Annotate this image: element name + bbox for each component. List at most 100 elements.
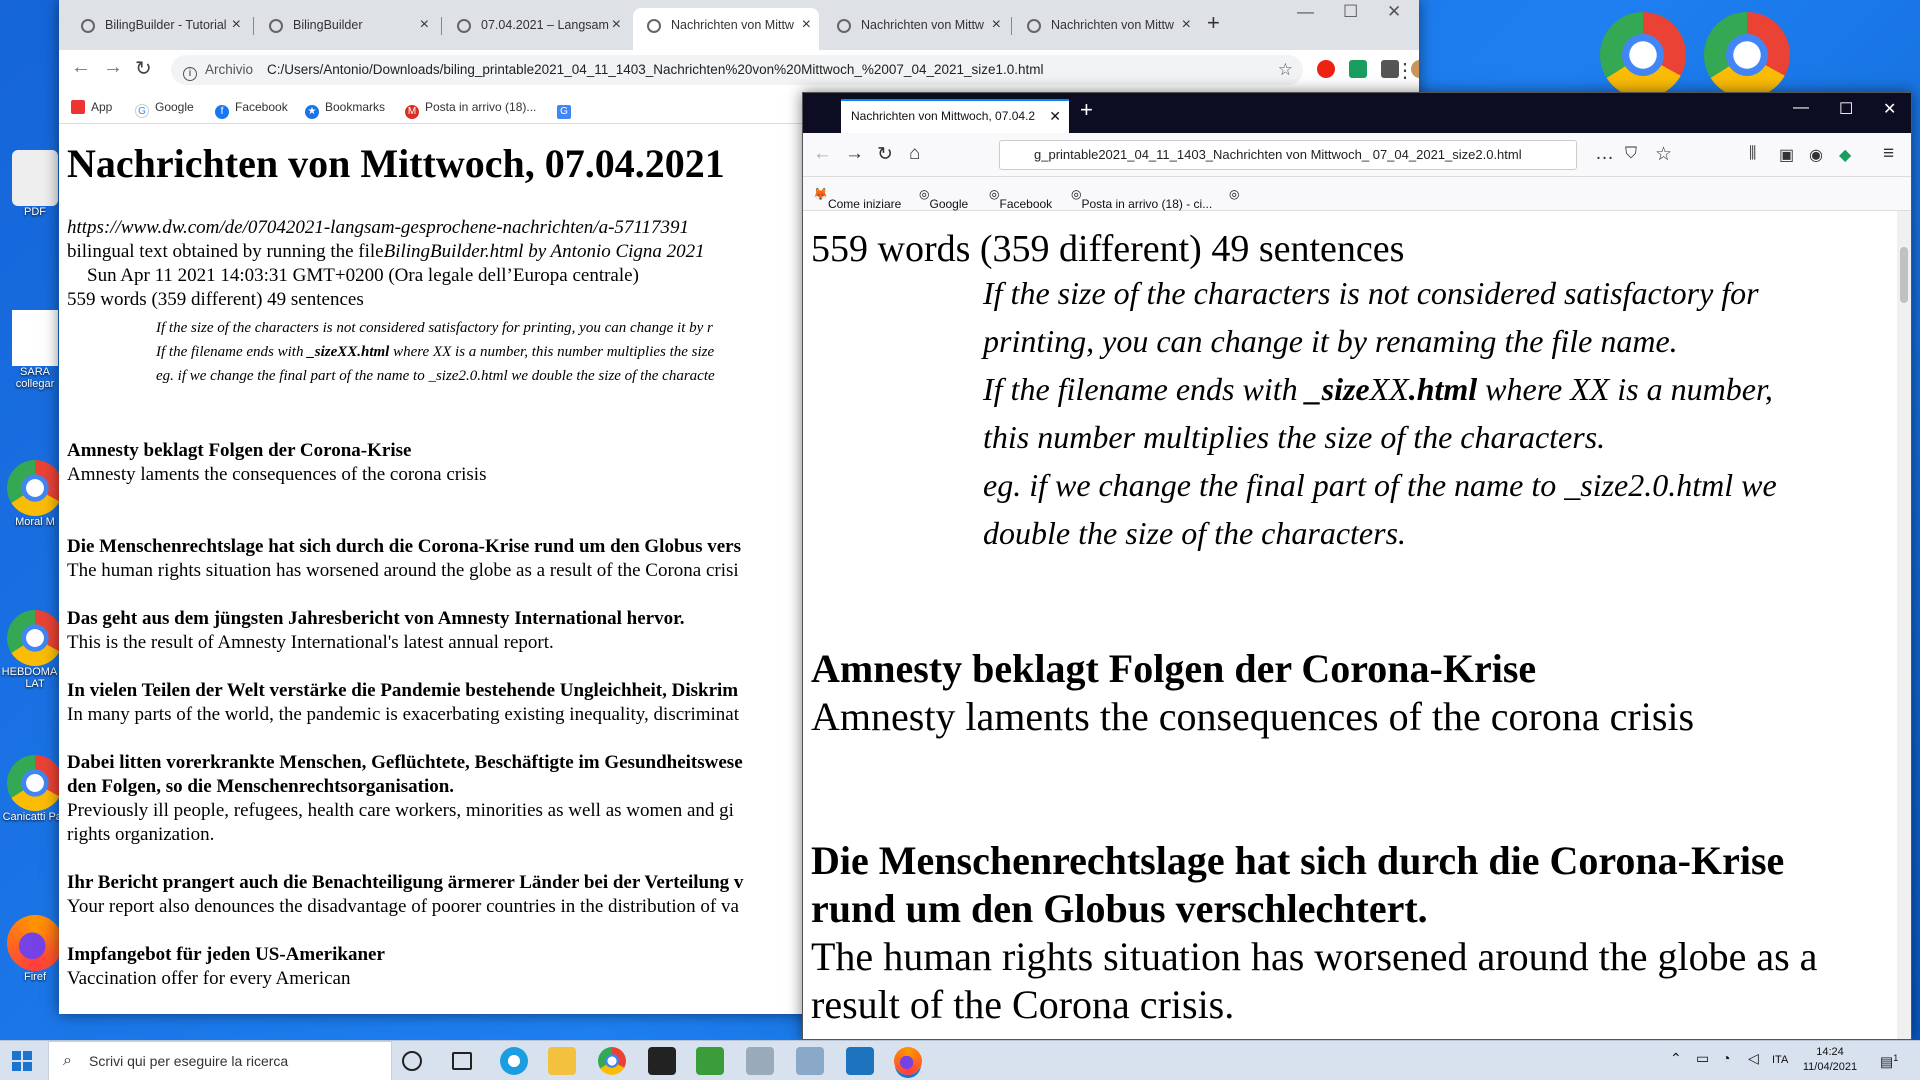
app-icon[interactable] xyxy=(746,1047,774,1075)
new-tab-button[interactable]: + xyxy=(1207,10,1220,36)
close-tab-icon[interactable]: × xyxy=(802,8,811,42)
firefox-page-content: 559 words (359 different) 49 sentences I… xyxy=(803,211,1899,1039)
sidebar-icon[interactable]: ▣ xyxy=(1779,145,1794,165)
bookmark-star-icon[interactable]: ☆ xyxy=(1278,55,1293,85)
bookmark-translate[interactable]: G xyxy=(557,100,577,119)
clock[interactable]: 14:24 11/04/2021 xyxy=(1802,1045,1858,1075)
back-icon[interactable]: ← xyxy=(813,143,832,165)
scrollbar-thumb[interactable] xyxy=(1900,247,1908,303)
home-icon[interactable]: ⌂ xyxy=(909,143,920,165)
sentence-en: In many parts of the world, the pandemic… xyxy=(67,704,740,725)
close-window-button[interactable]: ✕ xyxy=(1883,99,1896,119)
bookmark-gmail[interactable]: M Posta in arrivo (18)... xyxy=(405,100,536,119)
reload-icon[interactable]: ↻ xyxy=(877,143,893,166)
sentence-en: Amnesty laments the consequences of the … xyxy=(67,464,487,485)
reload-icon[interactable]: ↻ xyxy=(135,56,152,81)
close-tab-icon[interactable]: ✕ xyxy=(1049,101,1061,131)
bookmark-apps[interactable]: App xyxy=(71,100,112,114)
translate-icon: G xyxy=(557,105,571,119)
firefox-icon xyxy=(7,915,63,971)
bookmark-mail[interactable]: ◎ Posta in arrivo (18) - ci... xyxy=(1071,187,1212,211)
chrome-tab-5[interactable]: Nachrichten von Mittw × xyxy=(823,8,1009,50)
address-bar[interactable]: g_printable2021_04_11_1403_Nachrichten v… xyxy=(999,140,1577,170)
bookmark-google[interactable]: ◎ Google xyxy=(919,187,968,211)
firefox-icon[interactable] xyxy=(894,1047,922,1075)
wifi-icon[interactable]: ◔ xyxy=(1722,1051,1730,1066)
chrome-icon[interactable] xyxy=(598,1047,626,1075)
edge-icon[interactable] xyxy=(500,1047,528,1075)
sentence-en: This is the result of Amnesty Internatio… xyxy=(67,632,554,653)
bookmark-google[interactable]: G Google xyxy=(135,100,194,118)
sentence-en: Amnesty laments the consequences of the … xyxy=(811,694,1695,739)
desktop-icon-chrome-2[interactable] xyxy=(1702,12,1792,98)
library-icon[interactable]: ⫼ xyxy=(1749,145,1756,163)
bookmark-facebook[interactable]: f Facebook xyxy=(215,100,288,119)
account-icon[interactable]: ◉ xyxy=(1809,145,1823,165)
sentence-de: Das geht aus dem jüngsten Jahresbericht … xyxy=(67,608,685,629)
shield-extension-icon[interactable]: ◆ xyxy=(1839,145,1851,165)
language-indicator[interactable]: ITA xyxy=(1772,1053,1788,1068)
forward-icon[interactable]: → xyxy=(103,56,123,79)
pdf-icon xyxy=(12,150,58,206)
page-actions-icon[interactable]: … xyxy=(1595,143,1614,165)
chrome-tab-4[interactable]: Nachrichten von Mittw × xyxy=(633,8,819,50)
app-icon[interactable] xyxy=(796,1047,824,1075)
chrome-tab-3[interactable]: 07.04.2021 – Langsam × xyxy=(443,8,629,50)
chrome-tab-6[interactable]: Nachrichten von Mittw × xyxy=(1013,8,1199,50)
back-icon[interactable]: ← xyxy=(71,56,91,79)
cortana-icon[interactable] xyxy=(402,1051,422,1071)
chrome-icon xyxy=(7,755,63,811)
menu-icon[interactable]: ≡ xyxy=(1883,143,1894,165)
windows-start-icon[interactable] xyxy=(12,1051,32,1071)
close-tab-icon[interactable]: × xyxy=(992,8,1001,42)
address-bar[interactable]: i Archivio C:/Users/Antonio/Downloads/bili… xyxy=(171,55,1303,85)
bookmark-bookmarks[interactable]: ★ Bookmarks xyxy=(305,100,385,119)
shield-extension-icon[interactable] xyxy=(1349,60,1367,78)
volume-icon[interactable]: ◁ xyxy=(1748,1051,1759,1066)
spreadsheet-icon[interactable] xyxy=(696,1047,724,1075)
vertical-scrollbar[interactable] xyxy=(1897,211,1911,1039)
close-tab-icon[interactable]: × xyxy=(420,8,429,42)
tab-divider xyxy=(1011,17,1012,35)
sentence-en: Your report also denounces the disadvant… xyxy=(67,896,739,917)
minimize-button[interactable]: — xyxy=(1793,99,1809,117)
desktop-icon-chrome-1[interactable] xyxy=(1598,12,1688,98)
tab-favicon xyxy=(457,19,471,33)
firefox-tab-active[interactable]: Nachrichten von Mittwoch, 07.04.2 ✕ xyxy=(841,99,1069,133)
chrome-tab-2[interactable]: BilingBuilder × xyxy=(255,8,437,50)
note-line-3: eg. if we change the final part of the n… xyxy=(156,368,715,384)
menu-dots-icon[interactable]: ⋮ xyxy=(1395,58,1415,83)
bookmark-star-icon[interactable]: ☆ xyxy=(1655,143,1672,166)
file-explorer-icon[interactable] xyxy=(548,1047,576,1075)
pocket-icon[interactable]: ⛉ xyxy=(1625,145,1637,163)
minimize-button[interactable]: — xyxy=(1297,2,1314,22)
taskbar-search-input[interactable]: ⌕ Scrivi qui per eseguire la ricerca xyxy=(48,1041,392,1080)
tray-chevron-icon[interactable]: ⌃ xyxy=(1670,1051,1682,1066)
tab-favicon xyxy=(269,19,283,33)
chrome-tab-1[interactable]: BilingBuilder - Tutorial × xyxy=(67,8,249,50)
close-tab-icon[interactable]: × xyxy=(232,8,241,42)
terminal-icon[interactable] xyxy=(648,1047,676,1075)
bookmark-getting-started[interactable]: 🦊 Come iniziare xyxy=(813,187,901,211)
task-view-icon[interactable] xyxy=(452,1052,472,1070)
sentence-en: result of the Corona crisis. xyxy=(811,982,1235,1027)
gmail-icon: M xyxy=(405,105,419,119)
globe-icon[interactable]: ◎ xyxy=(1229,187,1239,201)
chrome-tab-strip: BilingBuilder - Tutorial × BilingBuilder ×… xyxy=(59,0,1419,50)
adblock-extension-icon[interactable] xyxy=(1317,60,1335,78)
sentence-de: Die Menschenrechtslage hat sich durch di… xyxy=(67,536,741,557)
info-icon[interactable]: i xyxy=(183,67,197,81)
sentence-en: The human rights situation has worsened … xyxy=(67,560,739,581)
photos-icon[interactable] xyxy=(846,1047,874,1075)
sentence-de: Ihr Bericht prangert auch die Benachteil… xyxy=(67,872,744,893)
maximize-button[interactable]: ☐ xyxy=(1343,2,1358,22)
close-window-button[interactable]: ✕ xyxy=(1387,2,1401,22)
new-tab-button[interactable]: + xyxy=(1080,97,1093,123)
device-icon[interactable]: ▭ xyxy=(1696,1051,1709,1066)
close-tab-icon[interactable]: × xyxy=(1182,8,1191,42)
close-tab-icon[interactable]: × xyxy=(612,8,621,42)
notification-center-icon[interactable]: ▤1 xyxy=(1880,1051,1898,1070)
maximize-button[interactable]: ☐ xyxy=(1839,99,1853,119)
bookmark-facebook[interactable]: ◎ Facebook xyxy=(989,187,1052,211)
forward-icon[interactable]: → xyxy=(845,143,864,165)
